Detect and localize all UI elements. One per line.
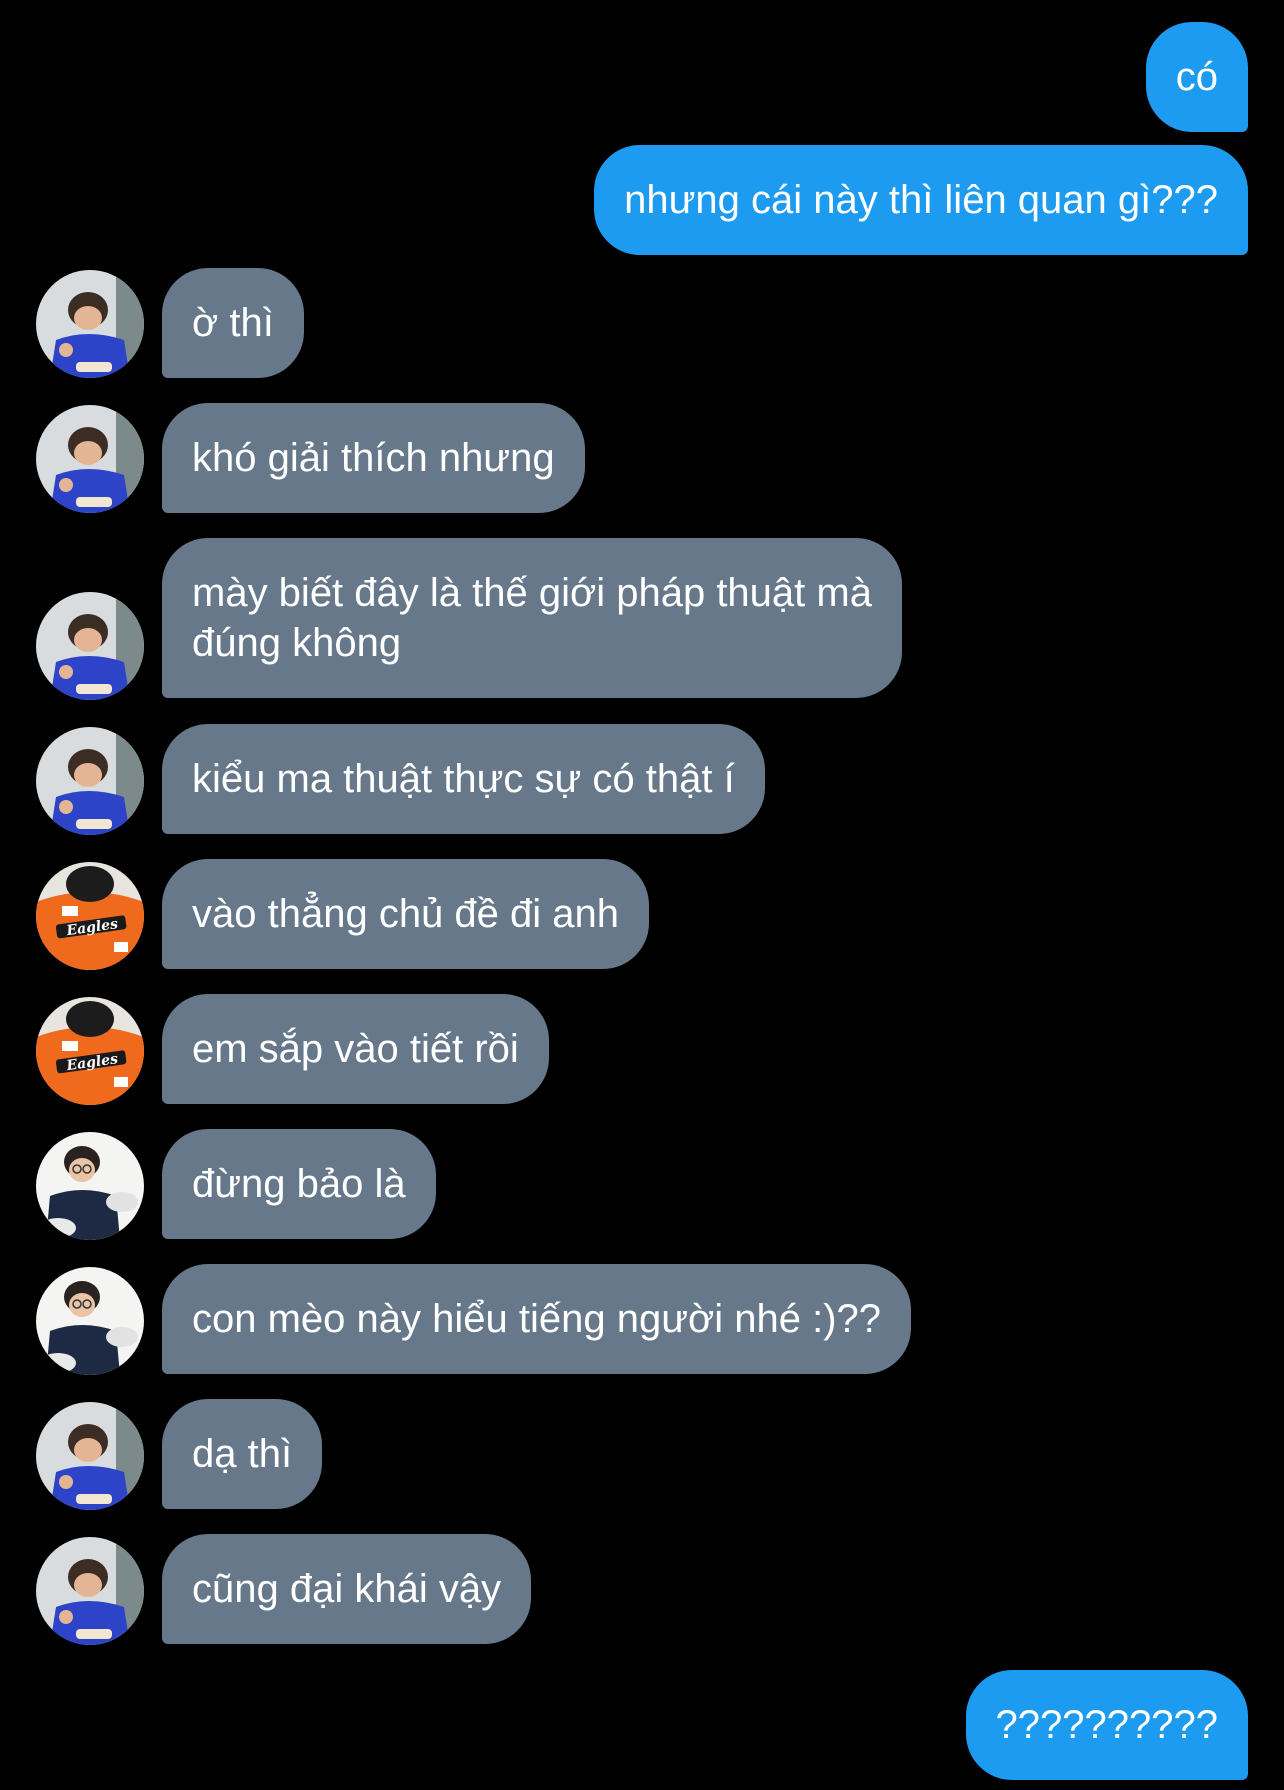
- message-outgoing: nhưng cái này thì liên quan gì???: [594, 145, 1248, 255]
- message-incoming: ờ thì: [162, 268, 304, 378]
- message-bubble[interactable]: nhưng cái này thì liên quan gì???: [594, 145, 1248, 255]
- chat-thread: có nhưng cái này thì liên quan gì??? ờ t…: [0, 0, 1284, 1790]
- message-bubble[interactable]: vào thẳng chủ đề đi anh: [162, 859, 650, 969]
- avatar-orange-jersey-icon[interactable]: Eagles: [36, 997, 144, 1105]
- message-bubble[interactable]: kiểu ma thuật thực sự có thật í: [162, 724, 765, 834]
- avatar-navy-sweater-icon[interactable]: [36, 1267, 144, 1375]
- avatar-navy-sweater-icon[interactable]: [36, 1132, 144, 1240]
- message-bubble[interactable]: khó giải thích nhưng: [162, 403, 585, 513]
- avatar-blue-shirt-icon[interactable]: [36, 1402, 144, 1510]
- message-outgoing: có: [1145, 22, 1248, 132]
- avatar-blue-shirt-icon[interactable]: [36, 270, 144, 378]
- message-bubble[interactable]: có: [1145, 22, 1248, 132]
- message-bubble[interactable]: dạ thì: [162, 1399, 323, 1509]
- message-bubble[interactable]: ??????????: [965, 1670, 1248, 1780]
- message-bubble[interactable]: mày biết đây là thế giới pháp thuật mà đ…: [162, 538, 902, 698]
- message-incoming: dạ thì: [162, 1399, 323, 1509]
- message-bubble[interactable]: con mèo này hiểu tiếng người nhé :)??: [162, 1264, 912, 1374]
- message-bubble[interactable]: cũng đại khái vậy: [162, 1534, 532, 1644]
- avatar-orange-jersey-icon[interactable]: Eagles: [36, 862, 144, 970]
- message-incoming: kiểu ma thuật thực sự có thật í: [162, 724, 765, 834]
- message-bubble[interactable]: đừng bảo là: [162, 1129, 436, 1239]
- message-incoming: em sắp vào tiết rồi: [162, 994, 549, 1104]
- avatar-blue-shirt-icon[interactable]: [36, 405, 144, 513]
- message-incoming: mày biết đây là thế giới pháp thuật mà đ…: [162, 538, 902, 698]
- message-bubble[interactable]: ờ thì: [162, 268, 304, 378]
- message-bubble[interactable]: em sắp vào tiết rồi: [162, 994, 549, 1104]
- message-incoming: đừng bảo là: [162, 1129, 436, 1239]
- message-incoming: con mèo này hiểu tiếng người nhé :)??: [162, 1264, 912, 1374]
- avatar-blue-shirt-icon[interactable]: [36, 592, 144, 700]
- avatar-blue-shirt-icon[interactable]: [36, 727, 144, 835]
- message-incoming: khó giải thích nhưng: [162, 403, 585, 513]
- message-incoming: vào thẳng chủ đề đi anh: [162, 859, 650, 969]
- message-incoming: cũng đại khái vậy: [162, 1534, 532, 1644]
- message-outgoing: ??????????: [965, 1670, 1248, 1780]
- avatar-blue-shirt-icon[interactable]: [36, 1537, 144, 1645]
